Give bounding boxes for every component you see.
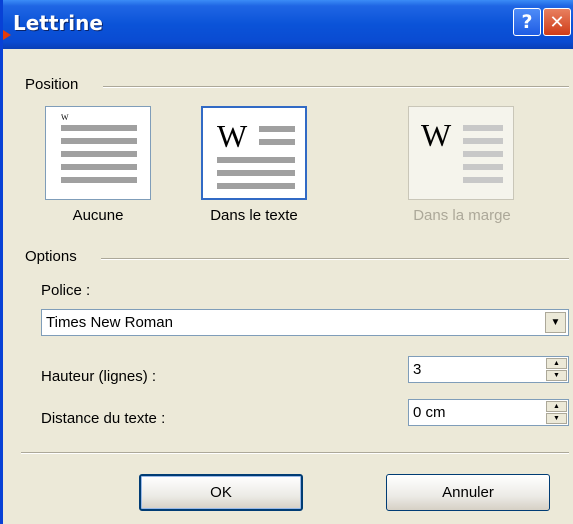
distance-value: 0 cm xyxy=(413,404,446,421)
text-line-icon xyxy=(463,164,503,170)
text-line-icon xyxy=(61,138,137,144)
position-none-label: Aucune xyxy=(72,207,124,224)
distance-spin-buttons: ▲ ▼ xyxy=(546,401,567,424)
title-bar[interactable]: Lettrine ? ✕ xyxy=(3,0,573,49)
distance-label: Distance du texte : xyxy=(41,410,166,427)
dialog-title: Lettrine xyxy=(13,11,103,35)
position-group-label: Position xyxy=(25,76,79,93)
button-separator xyxy=(21,452,569,454)
height-value: 3 xyxy=(413,361,422,378)
options-group-label: Options xyxy=(25,248,77,265)
position-in-text-label: Dans le texte xyxy=(210,207,298,224)
small-w-glyph: W xyxy=(61,113,69,122)
position-in-text-tile[interactable]: W xyxy=(201,106,307,200)
text-line-icon xyxy=(61,151,137,157)
spin-up-icon[interactable]: ▲ xyxy=(546,401,567,412)
height-label: Hauteur (lignes) : xyxy=(41,368,157,385)
drop-cap-dialog: Lettrine ? ✕ Position W Aucune W Dans le… xyxy=(0,0,573,524)
spin-down-icon[interactable]: ▼ xyxy=(546,370,567,381)
text-line-icon xyxy=(61,177,137,183)
position-group-line xyxy=(103,86,569,88)
margin-w-glyph: W xyxy=(421,117,452,153)
text-line-icon xyxy=(463,125,503,131)
question-mark-icon: ? xyxy=(521,11,533,33)
height-spin-buttons: ▲ ▼ xyxy=(546,358,567,381)
cancel-button[interactable]: Annuler xyxy=(386,474,550,511)
spin-up-icon[interactable]: ▲ xyxy=(546,358,567,369)
text-line-icon xyxy=(463,151,503,157)
distance-spinner[interactable]: 0 cm ▲ ▼ xyxy=(408,399,569,426)
height-spinner[interactable]: 3 ▲ ▼ xyxy=(408,356,569,383)
close-icon: ✕ xyxy=(549,11,565,33)
text-line-icon xyxy=(217,170,295,176)
text-line-icon xyxy=(259,139,295,145)
text-line-icon xyxy=(463,177,503,183)
text-line-icon xyxy=(61,164,137,170)
text-line-icon xyxy=(61,125,137,131)
ok-button[interactable]: OK xyxy=(139,474,303,511)
dropdown-arrow-icon[interactable]: ▼ xyxy=(545,312,566,333)
font-select[interactable]: Times New Roman ▼ xyxy=(41,309,569,336)
spin-down-icon[interactable]: ▼ xyxy=(546,413,567,424)
position-in-margin-label: Dans la marge xyxy=(413,207,511,224)
font-label: Police : xyxy=(41,282,91,299)
help-button[interactable]: ? xyxy=(513,8,541,36)
text-line-icon xyxy=(463,138,503,144)
text-line-icon xyxy=(259,126,295,132)
options-group-line xyxy=(101,258,569,260)
pointer-arrow-icon xyxy=(3,30,11,40)
close-button[interactable]: ✕ xyxy=(543,8,571,36)
position-in-margin-tile: W xyxy=(408,106,514,200)
position-none-tile[interactable]: W xyxy=(45,106,151,200)
text-line-icon xyxy=(217,157,295,163)
font-select-value: Times New Roman xyxy=(46,314,173,331)
drop-cap-w-glyph: W xyxy=(217,118,248,154)
text-line-icon xyxy=(217,183,295,189)
